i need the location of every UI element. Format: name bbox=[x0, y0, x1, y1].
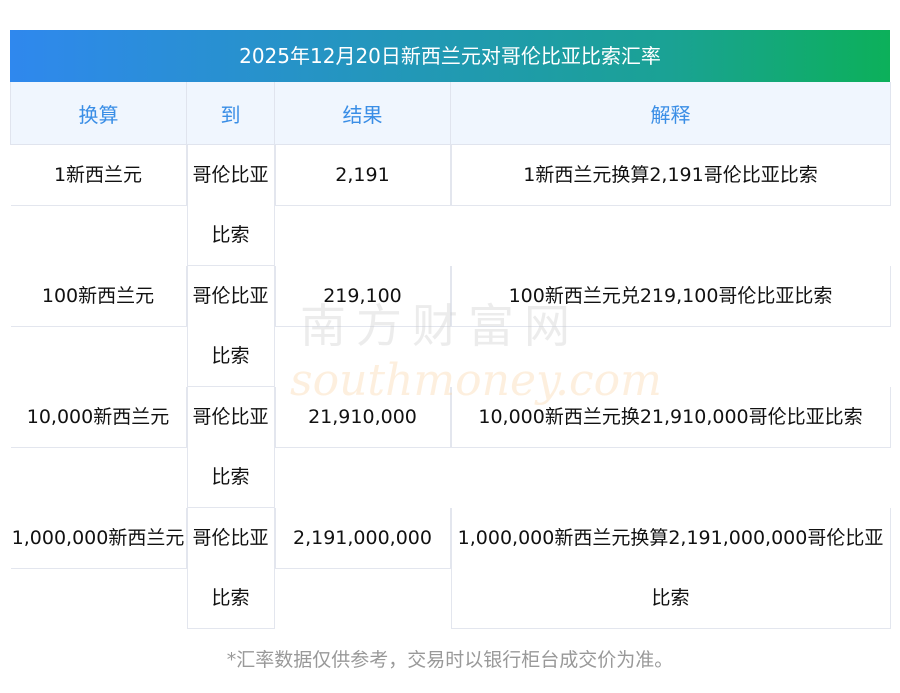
cell-result: 219,100 bbox=[274, 266, 451, 387]
to-value: 哥伦比亚比索 bbox=[186, 145, 275, 266]
cell-to: 哥伦比亚比索 bbox=[186, 387, 275, 508]
cell-result: 2,191 bbox=[274, 145, 451, 267]
cell-to: 哥伦比亚比索 bbox=[186, 145, 275, 266]
cell-from: 1,000,000新西兰元 bbox=[10, 508, 187, 629]
result-value: 219,100 bbox=[274, 266, 451, 327]
from-value: 1,000,000新西兰元 bbox=[10, 508, 187, 569]
cell-explain: 100新西兰元兑219,100哥伦比亚比索 bbox=[450, 266, 891, 387]
to-value: 哥伦比亚比索 bbox=[186, 266, 275, 387]
from-value: 1新西兰元 bbox=[10, 145, 187, 206]
rate-table-container: 2025年12月20日新西兰元对哥伦比亚比索汇率 换算 到 结果 解释 1新西兰… bbox=[10, 30, 891, 629]
header-result: 结果 bbox=[274, 82, 451, 145]
from-value: 10,000新西兰元 bbox=[10, 387, 187, 448]
cell-explain: 1,000,000新西兰元换算2,191,000,000哥伦比亚比索 bbox=[450, 508, 891, 629]
result-value: 2,191,000,000 bbox=[274, 508, 451, 569]
cell-result: 2,191,000,000 bbox=[274, 508, 451, 629]
explain-value: 100新西兰元兑219,100哥伦比亚比索 bbox=[450, 266, 891, 327]
explain-value: 1,000,000新西兰元换算2,191,000,000哥伦比亚比索 bbox=[450, 508, 891, 629]
footer-note: *汇率数据仅供参考，交易时以银行柜台成交价为准。 bbox=[226, 649, 674, 671]
cell-explain: 10,000新西兰元换21,910,000哥伦比亚比索 bbox=[450, 387, 891, 508]
table-row: 1新西兰元 哥伦比亚比索 2,191 1新西兰元换算2,191哥伦比亚比索 bbox=[10, 145, 891, 267]
table-row: 10,000新西兰元 哥伦比亚比索 21,910,000 10,000新西兰元换21,… bbox=[10, 387, 891, 508]
result-value: 2,191 bbox=[274, 145, 451, 206]
table-title: 2025年12月20日新西兰元对哥伦比亚比索汇率 bbox=[10, 30, 890, 82]
rate-table: 换算 到 结果 解释 1新西兰元 哥伦比亚比索 2,191 1新西兰元换算2,191哥… bbox=[10, 82, 891, 629]
table-row: 1,000,000新西兰元 哥伦比亚比索 2,191,000,000 1,000,00… bbox=[10, 508, 891, 629]
cell-from: 10,000新西兰元 bbox=[10, 387, 187, 508]
cell-to: 哥伦比亚比索 bbox=[186, 508, 275, 629]
header-to: 到 bbox=[186, 82, 275, 145]
table-row: 100新西兰元 哥伦比亚比索 219,100 100新西兰元兑219,100哥伦比亚比… bbox=[10, 266, 891, 387]
result-value: 21,910,000 bbox=[274, 387, 451, 448]
explain-value: 1新西兰元换算2,191哥伦比亚比索 bbox=[450, 145, 891, 206]
cell-from: 1新西兰元 bbox=[10, 145, 187, 267]
cell-from: 100新西兰元 bbox=[10, 266, 187, 387]
cell-explain: 1新西兰元换算2,191哥伦比亚比索 bbox=[450, 145, 891, 267]
explain-value: 10,000新西兰元换21,910,000哥伦比亚比索 bbox=[450, 387, 891, 448]
to-value: 哥伦比亚比索 bbox=[186, 387, 275, 508]
header-explain: 解释 bbox=[450, 82, 891, 145]
cell-result: 21,910,000 bbox=[274, 387, 451, 508]
from-value: 100新西兰元 bbox=[10, 266, 187, 327]
cell-to: 哥伦比亚比索 bbox=[186, 266, 275, 387]
to-value: 哥伦比亚比索 bbox=[186, 508, 275, 629]
header-convert: 换算 bbox=[10, 82, 187, 145]
